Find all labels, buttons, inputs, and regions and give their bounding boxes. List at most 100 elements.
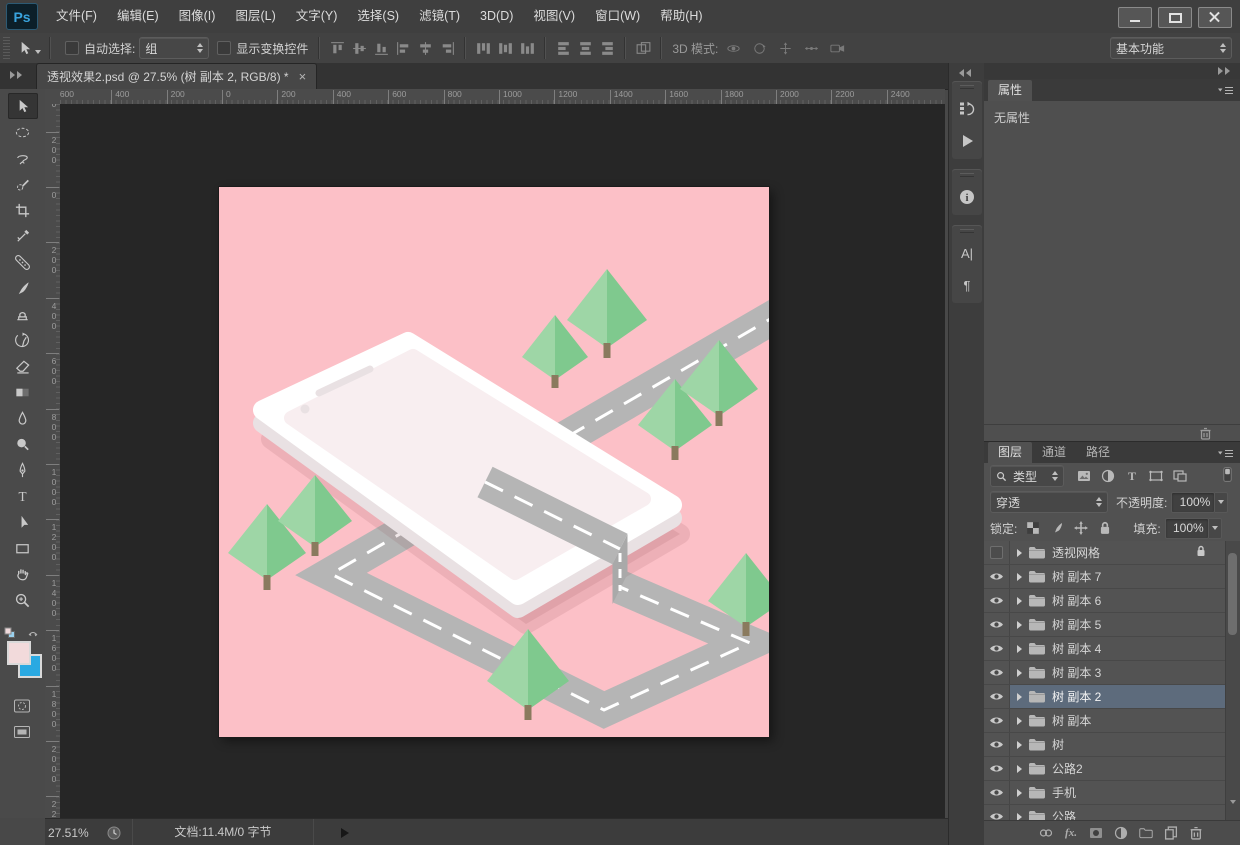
- eyedropper-tool[interactable]: [8, 223, 38, 249]
- canvas-viewport[interactable]: [60, 104, 945, 818]
- zoom-tool[interactable]: [8, 587, 38, 613]
- layer-row-main[interactable]: 树 副本 6: [1010, 589, 1226, 612]
- panels-collapse-icon[interactable]: [1218, 67, 1232, 75]
- layer-row[interactable]: 树 副本: [984, 709, 1240, 733]
- toolbar-collapse-icon[interactable]: [10, 71, 24, 79]
- align-horizontal-centers-button[interactable]: [414, 38, 436, 58]
- disclosure-triangle-icon[interactable]: [1017, 741, 1022, 749]
- layer-row-main[interactable]: 手机: [1010, 781, 1226, 804]
- filter-adjustment-layers-icon[interactable]: [1098, 468, 1118, 484]
- menu-item[interactable]: 窗口(W): [585, 0, 650, 33]
- layer-row[interactable]: 树 副本 2: [984, 685, 1240, 709]
- 3d-camera-button[interactable]: [826, 38, 848, 58]
- trash-icon[interactable]: [1199, 427, 1212, 440]
- filter-pixel-layers-icon[interactable]: [1074, 468, 1094, 484]
- menu-item[interactable]: 选择(S): [347, 0, 409, 33]
- auto-select-checkbox[interactable]: [65, 41, 79, 55]
- align-top-edges-button[interactable]: [326, 38, 348, 58]
- document-tab-close-icon[interactable]: ×: [299, 69, 307, 84]
- history-brush-tool[interactable]: [8, 327, 38, 353]
- eraser-tool[interactable]: [8, 353, 38, 379]
- menu-item[interactable]: 图层(L): [225, 0, 285, 33]
- visibility-toggle[interactable]: [984, 709, 1010, 732]
- auto-align-layers-button[interactable]: [632, 38, 654, 58]
- layers-scrollbar[interactable]: [1225, 541, 1240, 820]
- menu-item[interactable]: 文字(Y): [286, 0, 348, 33]
- tool-preset-dropdown-icon[interactable]: [35, 50, 41, 54]
- layer-row-main[interactable]: 公路: [1010, 805, 1226, 820]
- workspace-select[interactable]: 基本功能: [1110, 37, 1232, 59]
- pen-tool[interactable]: [8, 457, 38, 483]
- layer-row[interactable]: 公路: [984, 805, 1240, 820]
- visibility-toggle[interactable]: [984, 565, 1010, 588]
- align-vertical-centers-button[interactable]: [348, 38, 370, 58]
- close-button[interactable]: [1198, 7, 1232, 28]
- layer-style-icon[interactable]: fx.: [1063, 826, 1079, 841]
- clone-stamp-tool[interactable]: [8, 301, 38, 327]
- disclosure-triangle-icon[interactable]: [1017, 597, 1022, 605]
- disclosure-triangle-icon[interactable]: [1017, 549, 1022, 557]
- delete-layer-icon[interactable]: [1188, 826, 1204, 841]
- new-adjustment-layer-icon[interactable]: [1113, 826, 1129, 841]
- menu-item[interactable]: 帮助(H): [650, 0, 712, 33]
- lock-pixels-icon[interactable]: [1047, 520, 1067, 536]
- disclosure-triangle-icon[interactable]: [1017, 717, 1022, 725]
- 3d-orbit-button[interactable]: [722, 38, 744, 58]
- layer-row[interactable]: 树 副本 5: [984, 613, 1240, 637]
- align-right-edges-button[interactable]: [436, 38, 458, 58]
- tab-layers[interactable]: 图层: [988, 442, 1032, 463]
- visibility-toggle[interactable]: [984, 733, 1010, 756]
- layer-row-main[interactable]: 树 副本 5: [1010, 613, 1226, 636]
- document-canvas[interactable]: [219, 187, 769, 737]
- document-tab[interactable]: 透视效果2.psd @ 27.5% (树 副本 2, RGB/8) * ×: [36, 63, 317, 89]
- foreground-color-swatch[interactable]: [7, 641, 31, 665]
- lock-transparency-icon[interactable]: [1023, 520, 1043, 536]
- 3d-roll-button[interactable]: [748, 38, 770, 58]
- menu-item[interactable]: 滤镜(T): [409, 0, 470, 33]
- visibility-toggle[interactable]: [984, 589, 1010, 612]
- distribute-horizontal-centers-button[interactable]: [574, 38, 596, 58]
- gradient-tool[interactable]: [8, 379, 38, 405]
- visibility-toggle[interactable]: [984, 805, 1010, 820]
- distribute-right-edges-button[interactable]: [596, 38, 618, 58]
- distribute-vertical-centers-button[interactable]: [494, 38, 516, 58]
- disclosure-triangle-icon[interactable]: [1017, 693, 1022, 701]
- filter-type-layers-icon[interactable]: T: [1122, 468, 1142, 484]
- layer-row-main[interactable]: 透视网格: [1010, 541, 1226, 564]
- swap-colors-icon[interactable]: [27, 627, 39, 641]
- path-selection-tool[interactable]: [8, 509, 38, 535]
- document-size-info[interactable]: 文档:11.4M/0 字节: [132, 819, 314, 845]
- dock-expand-icon[interactable]: [957, 69, 971, 77]
- disclosure-triangle-icon[interactable]: [1017, 645, 1022, 653]
- disclosure-triangle-icon[interactable]: [1017, 813, 1022, 821]
- layer-row[interactable]: 树 副本 3: [984, 661, 1240, 685]
- distribute-left-edges-button[interactable]: [552, 38, 574, 58]
- status-options-button[interactable]: [336, 824, 354, 842]
- menu-item[interactable]: 文件(F): [46, 0, 107, 33]
- paragraph-panel-icon[interactable]: ¶: [953, 271, 981, 299]
- disclosure-triangle-icon[interactable]: [1017, 669, 1022, 677]
- fill-field[interactable]: 100%: [1165, 518, 1209, 539]
- layer-row[interactable]: 树 副本 6: [984, 589, 1240, 613]
- panel-menu-icon[interactable]: [1218, 448, 1234, 462]
- visibility-toggle[interactable]: [984, 685, 1010, 708]
- filter-smart-objects-icon[interactable]: [1170, 468, 1190, 484]
- actions-panel-icon[interactable]: [953, 127, 981, 155]
- minimize-button[interactable]: [1118, 7, 1152, 28]
- layer-row-main[interactable]: 树 副本 4: [1010, 637, 1226, 660]
- blur-tool[interactable]: [8, 405, 38, 431]
- tab-channels[interactable]: 通道: [1032, 442, 1076, 463]
- layer-row-main[interactable]: 公路2: [1010, 757, 1226, 780]
- ruler-origin-box[interactable]: [45, 89, 61, 105]
- character-panel-icon[interactable]: A|: [953, 239, 981, 267]
- show-transform-checkbox[interactable]: [217, 41, 231, 55]
- marquee-tool[interactable]: [8, 119, 38, 145]
- new-layer-icon[interactable]: [1163, 826, 1179, 841]
- disclosure-triangle-icon[interactable]: [1017, 621, 1022, 629]
- panel-menu-icon[interactable]: [1218, 85, 1234, 99]
- rectangle-tool[interactable]: [8, 535, 38, 561]
- lock-all-icon[interactable]: [1095, 520, 1115, 536]
- info-panel-icon[interactable]: i: [953, 183, 981, 211]
- layer-row[interactable]: 透视网格: [984, 541, 1240, 565]
- healing-brush-tool[interactable]: [8, 249, 38, 275]
